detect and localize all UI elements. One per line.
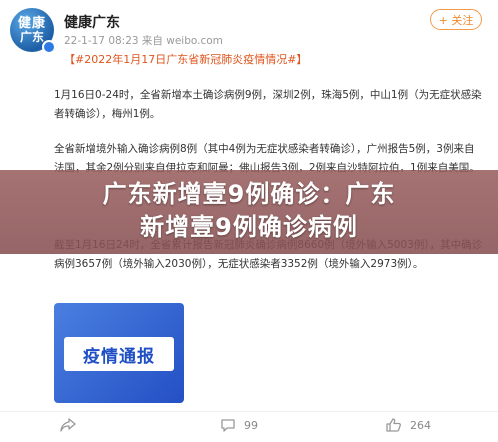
comment-icon [221,419,235,432]
action-divider [0,411,498,412]
username[interactable]: 健康广东 [64,12,120,32]
post-meta: 22-1-17 08:23 来自 weibo.com [64,35,223,47]
post-image-thumbnail[interactable]: 疫情通报 [54,303,184,403]
topic-tag[interactable]: 【#2022年1月17日广东省新冠肺炎疫情情况#】 [64,51,307,67]
like-button[interactable]: 264 [386,416,431,434]
post-paragraph-1: 1月16日0-24时，全省新增本土确诊病例9例，深圳2例，珠海5例，中山1例（为… [54,89,482,120]
follow-button[interactable]: + 关注 [430,9,482,30]
overlay-title-line2: 新增壹9例确诊病例 [140,213,358,241]
overlay-title: 广东新增壹9例确诊：广东 新增壹9例确诊病例 [0,178,498,244]
weibo-post-card: 健康 广东 健康广东 22-1-17 08:23 来自 weibo.com + … [0,0,498,442]
thumbnail-label-box: 疫情通报 [64,337,174,371]
verified-badge-icon [42,40,56,54]
share-icon [60,418,76,432]
share-button[interactable] [60,416,84,434]
like-count: 264 [410,418,431,432]
thumbnail-label: 疫情通报 [83,346,155,367]
thumbs-up-icon [386,418,401,432]
comment-button[interactable]: 99 [220,416,258,434]
overlay-title-line1: 广东新增壹9例确诊：广东 [102,180,396,208]
avatar-text-line1: 健康 [17,15,46,31]
comment-count: 99 [244,418,258,432]
avatar-text-line2: 广东 [19,29,44,44]
